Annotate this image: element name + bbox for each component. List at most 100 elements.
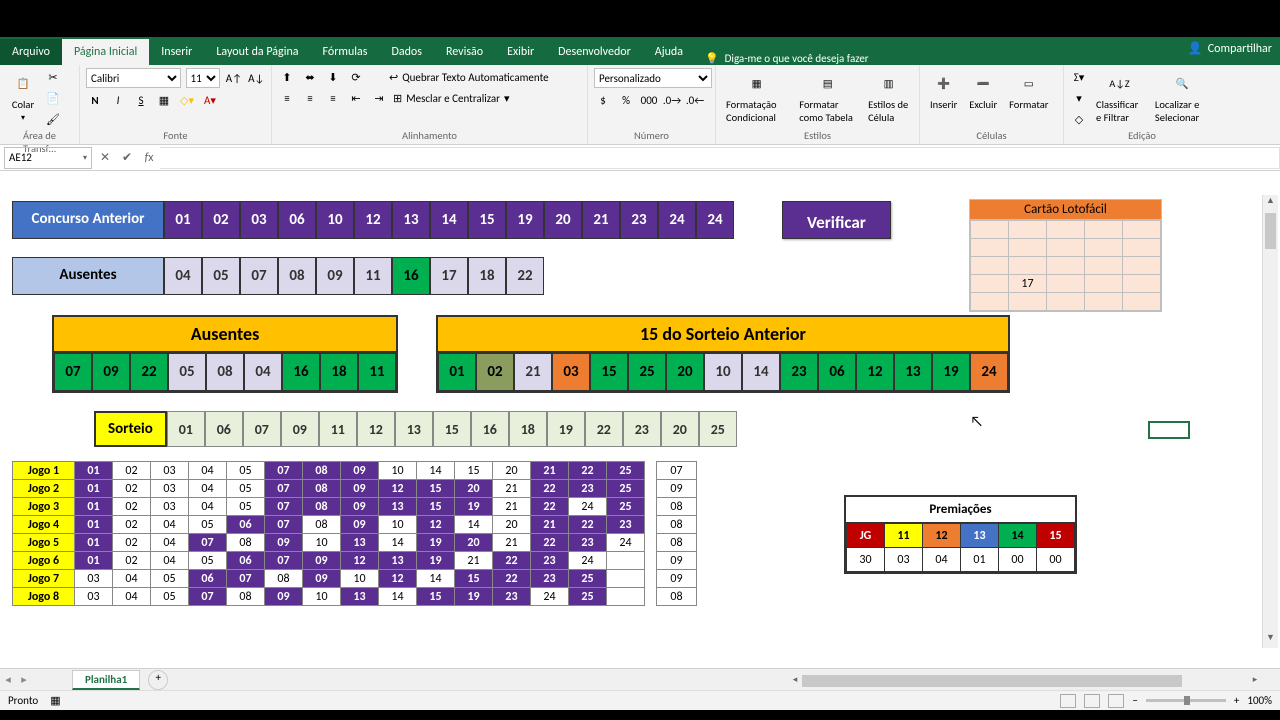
jogo-num: 01 — [75, 534, 113, 552]
add-sheet-button[interactable]: + — [148, 670, 168, 690]
sheet-tab-planilha1[interactable]: Planilha1 — [72, 670, 140, 690]
copy-icon[interactable]: 📄 — [44, 89, 62, 107]
cond-format-button[interactable]: ▦Formatação Condicional — [722, 68, 791, 126]
fill-color-button[interactable]: ◇▾ — [178, 91, 196, 109]
scroll-right-icon[interactable]: ▸ — [1248, 674, 1262, 688]
currency-icon[interactable]: $ — [594, 91, 612, 109]
sort-filter-button[interactable]: A↓ZClassificar e Filtrar — [1092, 68, 1147, 126]
decrease-font-icon[interactable]: A↓ — [248, 69, 265, 87]
sorteio-num: 23 — [623, 411, 661, 447]
scroll-up-icon[interactable]: ▲ — [1263, 195, 1278, 211]
paste-button[interactable]: 📋Colar▾ — [6, 68, 40, 125]
horizontal-scrollbar[interactable]: ◂ ▸ — [788, 674, 1262, 688]
tab-dados[interactable]: Dados — [379, 39, 433, 65]
fx-icon[interactable]: fx — [138, 147, 160, 169]
tab-formulas[interactable]: Fórmulas — [311, 39, 380, 65]
macro-rec-icon[interactable]: ▦ — [50, 694, 60, 707]
tab-arquivo[interactable]: Arquivo — [0, 39, 62, 65]
name-box[interactable]: AE12▾ — [4, 147, 92, 169]
increase-font-icon[interactable]: A↑ — [225, 69, 242, 87]
jogo-num: 05 — [189, 516, 227, 534]
tab-exibir[interactable]: Exibir — [495, 39, 546, 65]
fill-icon[interactable]: ▾ — [1070, 89, 1088, 107]
thousands-icon[interactable]: 000 — [640, 91, 658, 109]
wrap-text-button[interactable]: ↩Quebrar Texto Automaticamente — [389, 71, 549, 84]
view-normal-icon[interactable] — [1060, 694, 1076, 708]
enter-formula-icon[interactable]: ✔ — [116, 147, 138, 169]
sheet-nav-prev[interactable]: ◂ — [0, 673, 16, 686]
delete-cells-button[interactable]: ➖Excluir — [965, 68, 1001, 113]
orientation-icon[interactable]: ⟳ — [347, 68, 365, 86]
align-center-icon[interactable]: ≡ — [301, 89, 319, 107]
jogo-num: 01 — [75, 516, 113, 534]
italic-button[interactable]: I — [109, 91, 127, 109]
jogo-num: 04 — [189, 498, 227, 516]
dec-decimal-icon[interactable]: .0← — [686, 91, 704, 109]
align-middle-icon[interactable]: ⬌ — [301, 68, 319, 86]
indent-dec-icon[interactable]: ⇤ — [347, 89, 365, 107]
clear-icon[interactable]: ◇ — [1070, 110, 1088, 128]
font-size-combo[interactable]: 11 — [186, 68, 221, 88]
cartao-cell — [1123, 275, 1161, 293]
scroll-thumb[interactable] — [1265, 213, 1276, 249]
sorteio-num: 19 — [547, 411, 585, 447]
zoom-in-button[interactable]: + — [1234, 694, 1239, 707]
inc-decimal-icon[interactable]: .0→ — [663, 91, 681, 109]
premi-head: 12 — [923, 524, 961, 548]
view-pagebreak-icon[interactable] — [1108, 694, 1124, 708]
zoom-level[interactable]: 100% — [1247, 694, 1272, 707]
quinze-box-num: 02 — [476, 353, 514, 391]
quinze-box-num: 15 — [590, 353, 628, 391]
percent-icon[interactable]: % — [617, 91, 635, 109]
zoom-slider[interactable] — [1146, 699, 1226, 702]
border-button[interactable]: ▦ — [155, 91, 173, 109]
cartao-cell — [1085, 293, 1123, 311]
worksheet-area[interactable]: Concurso Anterior01020306101213141519202… — [0, 195, 1280, 648]
font-color-button[interactable]: A▾ — [201, 91, 219, 109]
scroll-down-icon[interactable]: ▼ — [1263, 632, 1278, 648]
vertical-scrollbar[interactable]: ▲ ▼ — [1262, 195, 1278, 648]
tab-ajuda[interactable]: Ajuda — [643, 39, 695, 65]
jogo-num: 13 — [341, 588, 379, 606]
cut-icon[interactable]: ✂ — [44, 68, 62, 86]
formula-bar: AE12▾ ✕ ✔ fx — [0, 145, 1280, 171]
indent-inc-icon[interactable]: ⇥ — [370, 89, 388, 107]
align-right-icon[interactable]: ≡ — [324, 89, 342, 107]
zoom-out-button[interactable]: − — [1132, 694, 1137, 707]
cancel-formula-icon[interactable]: ✕ — [94, 147, 116, 169]
insert-cells-button[interactable]: ➕Inserir — [926, 68, 961, 113]
tab-revisao[interactable]: Revisão — [434, 39, 495, 65]
tab-desenvolvedor[interactable]: Desenvolvedor — [546, 39, 643, 65]
share-button[interactable]: 👤Compartilhar — [1188, 41, 1272, 56]
row-sorteio: Sorteio010607091112131516181922232025 — [94, 411, 1268, 447]
hscroll-thumb[interactable] — [802, 675, 1182, 687]
font-name-combo[interactable]: Calibri — [86, 68, 181, 88]
formula-input[interactable] — [160, 147, 1280, 169]
cartao-cell — [1009, 221, 1047, 239]
format-cells-button[interactable]: ▭Formatar — [1005, 68, 1052, 113]
align-top-icon[interactable]: ⬆ — [278, 68, 296, 86]
sheet-nav-next[interactable]: ▸ — [16, 673, 32, 686]
cartao-cell — [1123, 293, 1161, 311]
quinze-box-num: 19 — [932, 353, 970, 391]
bold-button[interactable]: N — [86, 91, 104, 109]
align-left-icon[interactable]: ≡ — [278, 89, 296, 107]
autosum-icon[interactable]: Σ▾ — [1070, 68, 1088, 86]
view-pagelayout-icon[interactable] — [1084, 694, 1100, 708]
tab-pagina-inicial[interactable]: Página Inicial — [62, 39, 149, 65]
verificar-button[interactable]: Verificar — [782, 201, 891, 239]
format-painter-icon[interactable]: 🖌 — [44, 110, 62, 128]
tab-inserir[interactable]: Inserir — [149, 39, 204, 65]
scroll-left-icon[interactable]: ◂ — [788, 674, 802, 688]
jogo-num: 10 — [379, 516, 417, 534]
align-bottom-icon[interactable]: ⬇ — [324, 68, 342, 86]
cell-styles-button[interactable]: ▥Estilos de Célula — [864, 68, 913, 126]
merge-center-button[interactable]: ⊞Mesclar e Centralizar ▾ — [393, 92, 510, 105]
cartao-cell — [1047, 293, 1085, 311]
tell-me[interactable]: 💡Diga-me o que você deseja fazer — [705, 52, 869, 65]
find-select-button[interactable]: 🔍Localizar e Selecionar — [1151, 68, 1214, 126]
tab-layout[interactable]: Layout da Página — [204, 39, 310, 65]
number-format-combo[interactable]: Personalizado — [594, 68, 712, 88]
underline-button[interactable]: S — [132, 91, 150, 109]
format-table-button[interactable]: ▤Formatar como Tabela — [795, 68, 860, 126]
